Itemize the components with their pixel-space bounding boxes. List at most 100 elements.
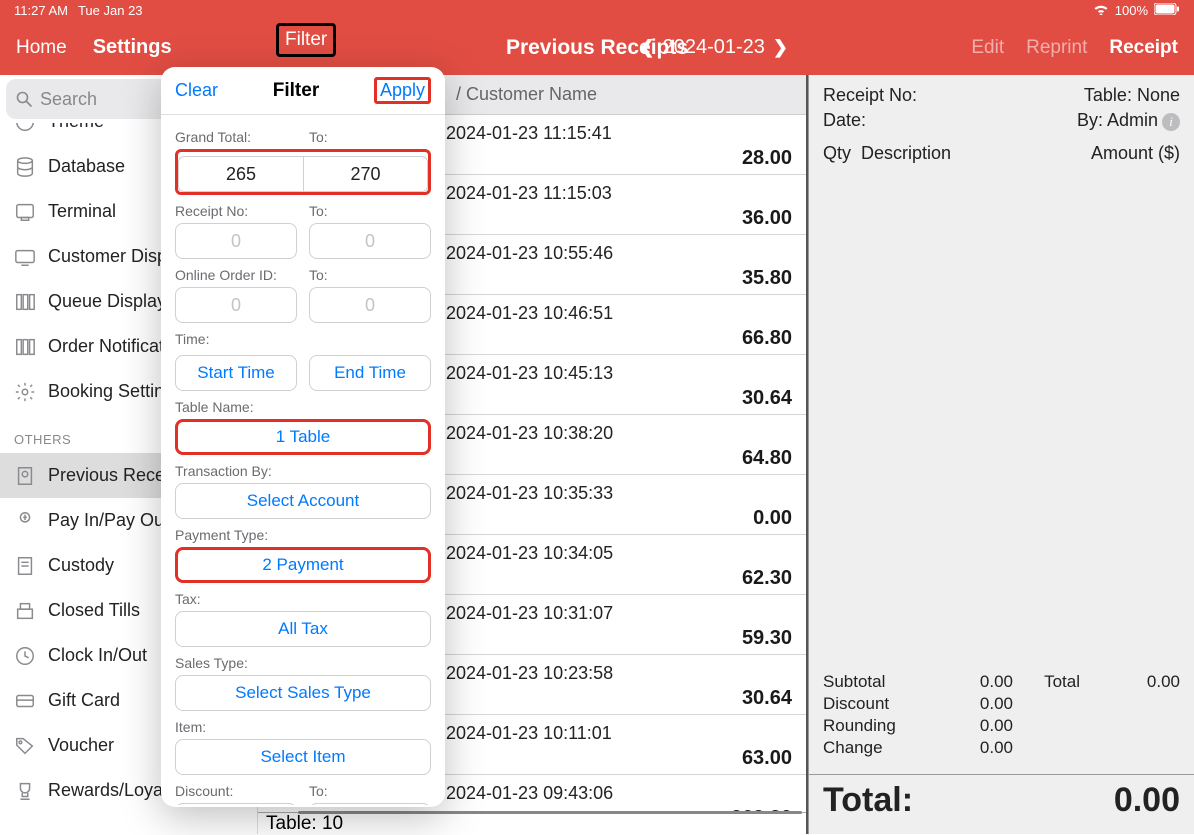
grand-total-bar: Total: 0.00 xyxy=(809,774,1194,834)
edit-button[interactable]: Edit xyxy=(971,37,1004,59)
amount-header: Amount ($) xyxy=(1091,143,1180,164)
date-label: Date: xyxy=(823,110,866,131)
receipts-footer: Table: 10 xyxy=(258,812,806,834)
terminal-icon xyxy=(14,201,36,223)
table-name-select[interactable]: 1 Table xyxy=(175,419,431,455)
filter-apply-label: Apply xyxy=(380,80,425,100)
receipt-time: 2024-01-23 11:15:03 xyxy=(446,183,612,204)
custody-icon xyxy=(14,555,36,577)
total-value: 0.00 xyxy=(1120,672,1180,692)
to-label: To: xyxy=(309,783,431,799)
discount-label: Discount xyxy=(823,694,953,714)
discount-to-input[interactable]: 0.00 xyxy=(309,803,431,805)
transaction-by-select[interactable]: Select Account xyxy=(175,483,431,519)
filter-button[interactable]: Filter xyxy=(276,23,336,57)
grand-total-from-input[interactable]: 265 xyxy=(178,156,303,192)
sidebar-item-label: Order Notificati xyxy=(48,336,168,357)
queue-icon xyxy=(14,291,36,313)
tag-icon xyxy=(14,735,36,757)
display-icon xyxy=(14,246,36,268)
receipt-amount: 36.00 xyxy=(742,207,792,230)
time-label: Time: xyxy=(175,331,431,347)
settings-title: Settings xyxy=(93,36,172,59)
grand-total-label: Grand Total: xyxy=(175,129,297,145)
cash-icon xyxy=(14,510,36,532)
desc-header: Description xyxy=(861,143,951,163)
subtotal-value: 0.00 xyxy=(953,672,1013,692)
sidebar-item-label: Database xyxy=(48,156,125,177)
receipt-time: 2024-01-23 10:31:07 xyxy=(446,603,613,624)
sidebar-item-label: Queue Display xyxy=(48,291,166,312)
receipt-time: 2024-01-23 10:45:13 xyxy=(446,363,613,384)
status-date: Tue Jan 23 xyxy=(78,3,143,18)
item-select[interactable]: Select Item xyxy=(175,739,431,775)
reprint-button[interactable]: Reprint xyxy=(1026,37,1087,59)
sidebar-item-label: Custody xyxy=(48,555,114,576)
filter-apply-button[interactable]: Apply xyxy=(374,77,431,104)
header-date[interactable]: 2024-01-23 xyxy=(663,36,765,59)
database-icon xyxy=(14,156,36,178)
sidebar-item-label: Voucher xyxy=(48,735,114,756)
home-button[interactable]: Home xyxy=(16,37,67,59)
total-label: Total xyxy=(1013,672,1120,692)
receipt-amount: 30.64 xyxy=(742,387,792,410)
transaction-by-label: Transaction By: xyxy=(175,463,431,479)
prev-day-button[interactable]: ❮ xyxy=(640,37,655,58)
receipt-time: 2024-01-23 09:43:06 xyxy=(446,783,613,804)
receipt-amount: 62.30 xyxy=(742,567,792,590)
payment-type-label: Payment Type: xyxy=(175,527,431,543)
payment-type-select[interactable]: 2 Payment xyxy=(175,547,431,583)
rounding-label: Rounding xyxy=(823,716,953,736)
table-name-label: Table Name: xyxy=(175,399,431,415)
tax-select[interactable]: All Tax xyxy=(175,611,431,647)
clock-icon xyxy=(14,645,36,667)
receipt-amount: 28.00 xyxy=(742,147,792,170)
end-time-button[interactable]: End Time xyxy=(309,355,431,391)
status-time: 11:27 AM xyxy=(14,3,68,18)
gift-card-icon xyxy=(14,690,36,712)
scroll-indicator xyxy=(298,811,802,814)
receipt-amount: 66.80 xyxy=(742,327,792,350)
filter-popover: Clear Filter Apply Grand Total: To: 265 … xyxy=(161,67,445,807)
sidebar-item-label: Previous Recei xyxy=(48,465,169,486)
sidebar-item-label: Terminal xyxy=(48,201,116,222)
discount-from-label: Discount: xyxy=(175,783,297,799)
filter-clear-button[interactable]: Clear xyxy=(175,80,218,101)
status-bar: 11:27 AM Tue Jan 23 100% xyxy=(0,0,1194,20)
to-label: To: xyxy=(309,267,431,283)
grand-total-label: Total: xyxy=(823,781,913,820)
search-icon xyxy=(16,91,32,107)
table-value: None xyxy=(1137,85,1180,105)
receipt-no-from-input[interactable]: 0 xyxy=(175,223,297,259)
receipt-icon xyxy=(14,465,36,487)
receipt-amount: 59.30 xyxy=(742,627,792,650)
receipt-time: 2024-01-23 10:46:51 xyxy=(446,303,613,324)
header-col-label: / Customer Name xyxy=(456,84,597,105)
online-order-id-label: Online Order ID: xyxy=(175,267,297,283)
receipt-time: 2024-01-23 10:23:58 xyxy=(446,663,613,684)
info-icon[interactable]: i xyxy=(1162,113,1180,131)
online-id-to-input[interactable]: 0 xyxy=(309,287,431,323)
grand-total-to-input[interactable]: 270 xyxy=(303,156,428,192)
filter-title: Filter xyxy=(273,80,319,102)
subtotal-label: Subtotal xyxy=(823,672,953,692)
start-time-button[interactable]: Start Time xyxy=(175,355,297,391)
by-label: By: xyxy=(1077,110,1103,130)
sidebar-item-label: Clock In/Out xyxy=(48,645,147,666)
wifi-icon xyxy=(1093,3,1109,18)
sidebar-item-label: Customer Displ xyxy=(48,246,171,267)
receipt-tab[interactable]: Receipt xyxy=(1109,37,1178,59)
sidebar-item-label: Rewards/Loyalt xyxy=(48,780,172,801)
notification-icon xyxy=(14,336,36,358)
next-day-button[interactable]: ❯ xyxy=(773,37,788,58)
online-id-from-input[interactable]: 0 xyxy=(175,287,297,323)
sales-type-select[interactable]: Select Sales Type xyxy=(175,675,431,711)
discount-from-input[interactable]: 0.00 xyxy=(175,803,297,805)
battery-text: 100% xyxy=(1115,3,1148,18)
rounding-value: 0.00 xyxy=(953,716,1013,736)
receipt-amount: 35.80 xyxy=(742,267,792,290)
change-label: Change xyxy=(823,738,953,758)
sidebar-item-label: Gift Card xyxy=(48,690,120,711)
palette-icon xyxy=(14,123,36,133)
receipt-no-to-input[interactable]: 0 xyxy=(309,223,431,259)
